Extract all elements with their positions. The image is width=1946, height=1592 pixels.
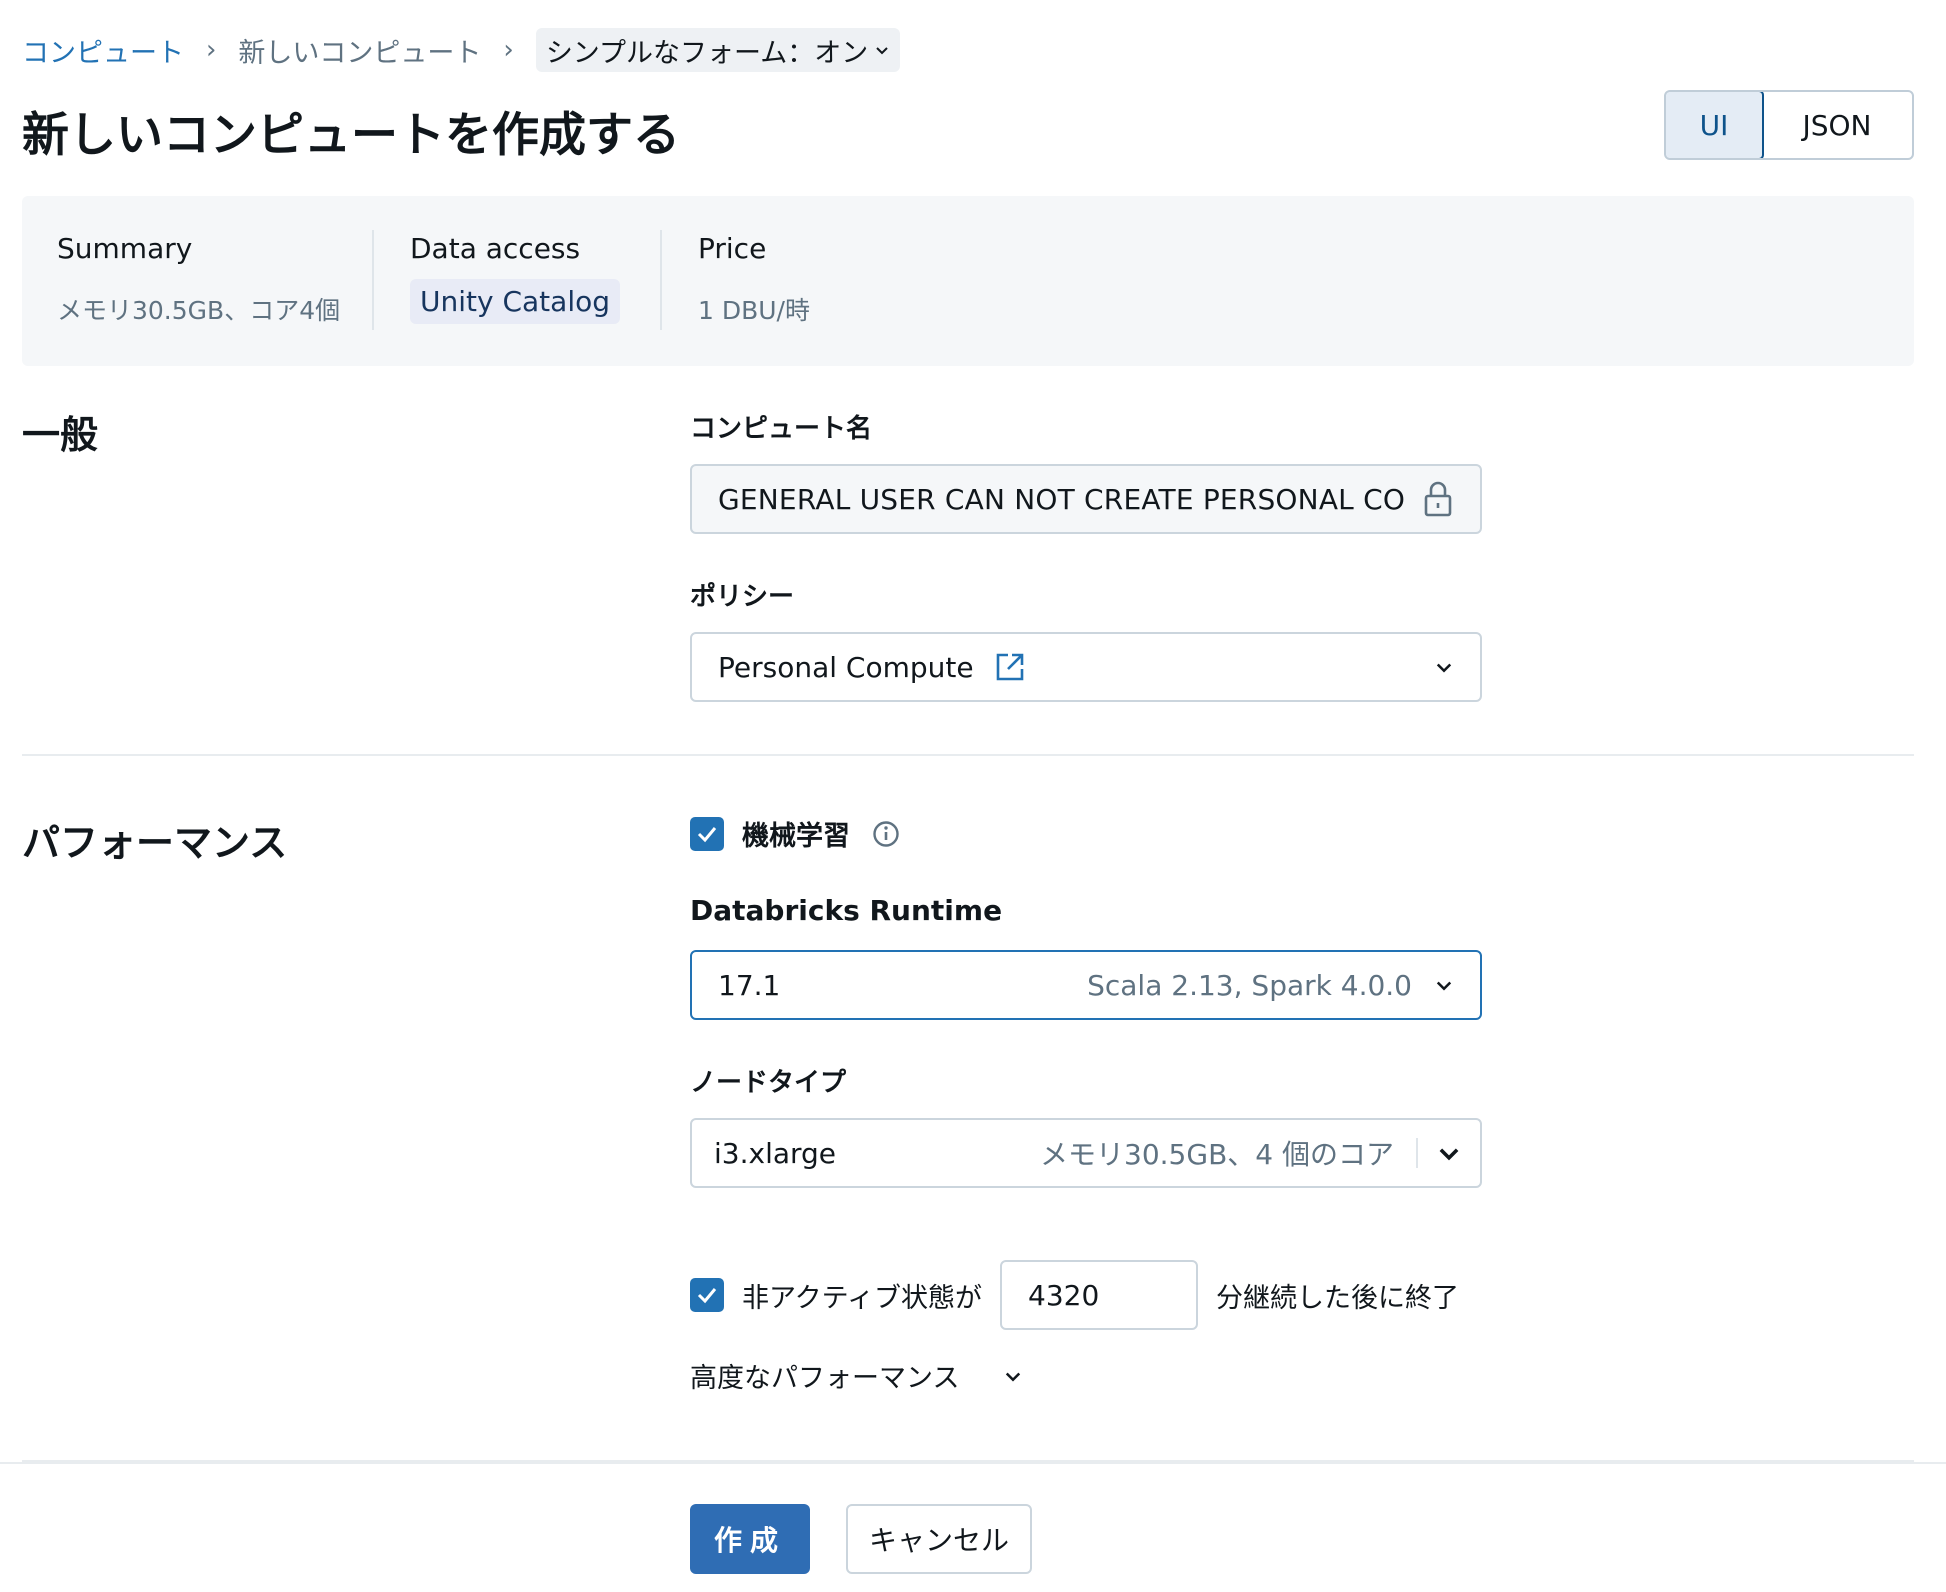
auto-terminate-prefix: 非アクティブ状態が — [742, 1282, 983, 1314]
select-divider — [1416, 1138, 1418, 1168]
breadcrumb-compute-link[interactable]: コンピュート — [22, 31, 184, 70]
price-column: Price 1 DBU/時 — [698, 232, 810, 327]
runtime-detail: Scala 2.13, Spark 4.0.0 — [1087, 968, 1412, 1002]
data-access-badge: Unity Catalog — [410, 279, 620, 324]
ml-checkbox-row: 機械学習 — [690, 814, 900, 853]
create-button[interactable]: 作成 — [690, 1504, 810, 1574]
data-access-label: Data access — [410, 232, 581, 265]
general-section-title: 一般 — [22, 413, 99, 457]
chevron-down-icon — [1006, 1372, 1021, 1382]
chevron-down-icon — [876, 47, 888, 55]
ui-view-button[interactable]: UI — [1666, 92, 1764, 158]
simple-form-toggle-dropdown[interactable]: シンプルなフォーム：オン — [535, 28, 901, 72]
runtime-select[interactable]: 17.1 Scala 2.13, Spark 4.0.0 — [690, 950, 1482, 1020]
auto-terminate-suffix: 分継続した後に終了 — [1216, 1282, 1460, 1314]
chevron-down-icon — [1436, 663, 1452, 673]
external-link-icon[interactable] — [994, 651, 1026, 683]
policy-value: Personal Compute — [718, 650, 974, 684]
cancel-button[interactable]: キャンセル — [846, 1504, 1032, 1574]
summary-value: メモリ30.5GB、コア4個 — [57, 296, 341, 325]
summary-panel: Summary メモリ30.5GB、コア4個 Data access Unity… — [22, 196, 1914, 366]
ml-checkbox[interactable] — [690, 816, 724, 851]
policy-label: ポリシー — [690, 582, 795, 612]
node-type-select[interactable]: i3.xlarge メモリ30.5GB、4 個のコア — [690, 1118, 1482, 1188]
node-type-detail: メモリ30.5GB、4 個のコア — [1040, 1138, 1394, 1171]
summary-label: Summary — [57, 232, 193, 265]
price-label: Price — [698, 232, 767, 265]
lock-icon — [1424, 481, 1452, 517]
compute-name-label: コンピュート名 — [690, 414, 873, 444]
summary-divider — [660, 230, 662, 330]
node-type-label: ノードタイプ — [690, 1068, 847, 1098]
compute-name-field[interactable]: GENERAL USER CAN NOT CREATE PERSONAL COM… — [690, 464, 1482, 534]
info-icon[interactable] — [872, 820, 900, 848]
runtime-version: 17.1 — [718, 968, 781, 1002]
checkmark-icon — [697, 826, 717, 842]
auto-terminate-row: 非アクティブ状態が 4320 分継続した後に終了 — [690, 1260, 1459, 1330]
advanced-performance-label: 高度なパフォーマンス — [690, 1363, 960, 1394]
footer-divider — [0, 1462, 1946, 1464]
chevron-down-icon — [1436, 981, 1452, 991]
chevron-down-icon — [1439, 1148, 1459, 1161]
compute-name-value: GENERAL USER CAN NOT CREATE PERSONAL COM… — [718, 482, 1404, 516]
auto-terminate-checkbox[interactable] — [690, 1278, 724, 1312]
node-type-value: i3.xlarge — [714, 1136, 837, 1170]
section-divider — [22, 754, 1914, 756]
simple-form-label: シンプルなフォーム：オン — [545, 37, 869, 69]
view-mode-toggle: UI JSON — [1664, 90, 1914, 160]
json-view-button[interactable]: JSON — [1762, 92, 1912, 158]
runtime-label: Databricks Runtime — [690, 894, 1003, 927]
summary-divider — [372, 230, 374, 330]
page-title: 新しいコンピュートを作成する — [22, 108, 680, 163]
checkmark-icon — [697, 1288, 717, 1304]
data-access-column: Data access Unity Catalog — [410, 232, 620, 324]
advanced-performance-toggle[interactable]: 高度なパフォーマンス — [690, 1356, 1023, 1395]
breadcrumb: コンピュート › 新しいコンピュート › シンプルなフォーム：オン — [22, 28, 901, 72]
breadcrumb-new-compute-link[interactable]: 新しいコンピュート — [238, 31, 481, 70]
price-value: 1 DBU/時 — [698, 296, 810, 325]
auto-terminate-minutes-input[interactable]: 4320 — [1000, 1260, 1199, 1330]
performance-section-title: パフォーマンス — [22, 821, 288, 865]
breadcrumb-separator-icon: › — [206, 35, 217, 65]
summary-column: Summary メモリ30.5GB、コア4個 — [57, 232, 340, 327]
ml-label: 機械学習 — [742, 821, 850, 852]
policy-select[interactable]: Personal Compute — [690, 632, 1482, 702]
breadcrumb-separator-icon: › — [503, 35, 514, 65]
